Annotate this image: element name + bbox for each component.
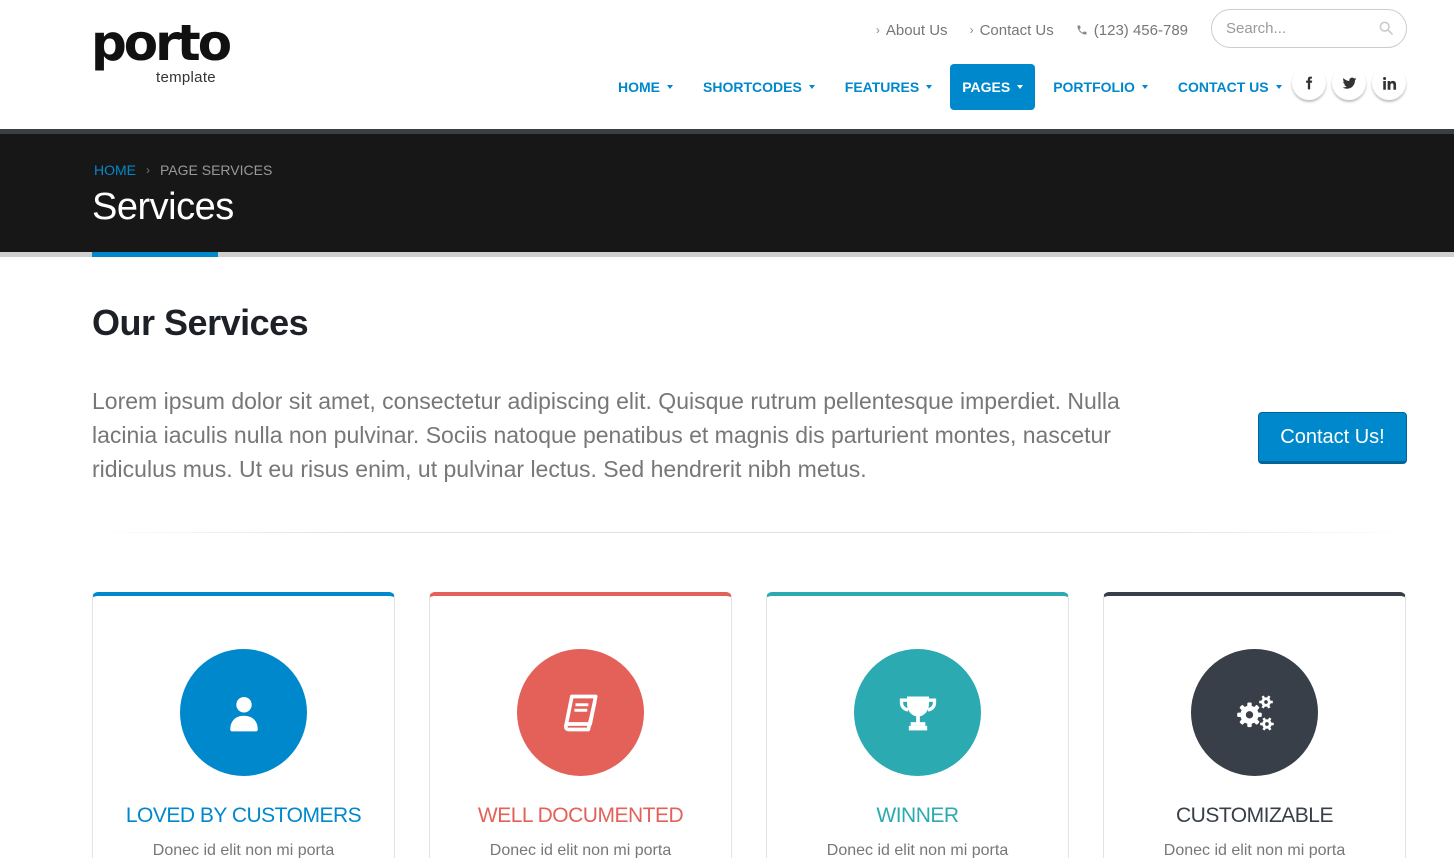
breadcrumb-home[interactable]: HOME <box>94 162 136 178</box>
lead-paragraph: Lorem ipsum dolor sit amet, consectetur … <box>92 388 1120 482</box>
nav-label: CONTACT US <box>1177 79 1269 95</box>
feature-cards: LOVED BY CUSTOMERS Donec id elit non mi … <box>92 592 1408 858</box>
main-nav: HOME SHORTCODES FEATURES PAGES PORTFOLIO… <box>606 64 1300 110</box>
book-glyph <box>563 694 597 731</box>
feature-card-customizable: CUSTOMIZABLE Donec id elit non mi porta <box>1103 592 1406 858</box>
top-links: › About Us › Contact Us (123) 456-789 <box>876 18 1188 42</box>
nav-pages[interactable]: PAGES <box>950 64 1036 110</box>
feature-card-loved: LOVED BY CUSTOMERS Donec id elit non mi … <box>92 592 395 858</box>
nav-features[interactable]: FEATURES <box>833 64 944 110</box>
section-heading: Our Services <box>92 302 309 344</box>
caret-down-icon <box>1275 85 1282 89</box>
facebook-glyph <box>1306 76 1313 90</box>
nav-contact-us[interactable]: CONTACT US <box>1166 64 1294 110</box>
twitter-glyph <box>1342 77 1356 89</box>
nav-label: SHORTCODES <box>703 79 802 95</box>
trophy-glyph <box>899 696 936 730</box>
nav-label: PAGES <box>962 79 1011 95</box>
card-title: WELL DOCUMENTED <box>477 804 684 827</box>
user-icon <box>180 649 307 776</box>
toplink-label: Contact Us <box>979 21 1054 39</box>
caret-down-icon <box>667 85 673 89</box>
feature-card-documented: WELL DOCUMENTED Donec id elit non mi por… <box>429 592 732 858</box>
heading-light: Our <box>92 302 155 343</box>
toplink-label: About Us <box>885 21 948 39</box>
nav-portfolio[interactable]: PORTFOLIO <box>1041 64 1160 110</box>
card-text: Donec id elit non mi porta <box>152 842 335 858</box>
caret-down-icon <box>1017 85 1024 89</box>
page-title: Services <box>92 186 234 228</box>
logo-wordmark: porto <box>91 14 232 72</box>
linkedin-icon[interactable] <box>1372 66 1406 100</box>
search-input[interactable] <box>1226 20 1366 37</box>
twitter-icon[interactable] <box>1332 66 1366 100</box>
phone-label: (123) 456-789 <box>1093 21 1188 39</box>
user-glyph <box>229 696 258 731</box>
card-title: CUSTOMIZABLE <box>1176 804 1333 827</box>
nav-label: FEATURES <box>844 79 920 95</box>
breadcrumb-separator-icon: › <box>146 163 150 177</box>
search-icon[interactable] <box>1378 20 1394 36</box>
feature-card-winner: WINNER Donec id elit non mi porta <box>766 592 1069 858</box>
nav-label: PORTFOLIO <box>1053 79 1135 95</box>
site-header: porto template › About Us › Contact Us (… <box>0 0 1454 129</box>
social-links <box>1292 66 1406 100</box>
section-divider <box>92 532 1407 533</box>
phone-number[interactable]: (123) 456-789 <box>1076 22 1188 39</box>
caret-down-icon <box>926 85 933 89</box>
heading-bold: Services <box>164 302 309 343</box>
chevron-right-icon: › <box>969 23 974 37</box>
contact-us-button[interactable]: Contact Us! <box>1258 412 1407 464</box>
band-bottom-border <box>0 252 1454 257</box>
toplink-about-us[interactable]: › About Us <box>876 22 948 39</box>
caret-down-icon <box>808 85 815 89</box>
card-title: WINNER <box>876 804 959 827</box>
nav-label: HOME <box>618 79 660 95</box>
porto-logo[interactable]: porto template <box>91 18 232 90</box>
toplink-contact-us[interactable]: › Contact Us <box>970 22 1054 39</box>
nav-shortcodes[interactable]: SHORTCODES <box>691 64 827 110</box>
caret-down-icon <box>1141 85 1148 89</box>
chevron-right-icon: › <box>875 23 880 37</box>
logo-subtitle: template <box>156 69 216 86</box>
card-title: LOVED BY CUSTOMERS <box>125 804 362 827</box>
facebook-icon[interactable] <box>1292 66 1326 100</box>
gears-glyph <box>1236 694 1274 731</box>
nav-home[interactable]: HOME <box>606 64 685 110</box>
search-box <box>1211 9 1407 48</box>
breadcrumb: HOME › PAGE SERVICES <box>94 162 272 178</box>
breadcrumb-current: PAGE SERVICES <box>160 162 273 178</box>
card-text: Donec id elit non mi porta <box>1163 842 1346 858</box>
trophy-icon <box>854 649 981 776</box>
phone-icon <box>1077 25 1087 35</box>
title-accent-bar <box>92 252 218 257</box>
book-icon <box>517 649 644 776</box>
card-text: Donec id elit non mi porta <box>826 842 1009 858</box>
gears-icon <box>1191 649 1318 776</box>
card-text: Donec id elit non mi porta <box>489 842 672 858</box>
linkedin-glyph <box>1382 76 1396 90</box>
